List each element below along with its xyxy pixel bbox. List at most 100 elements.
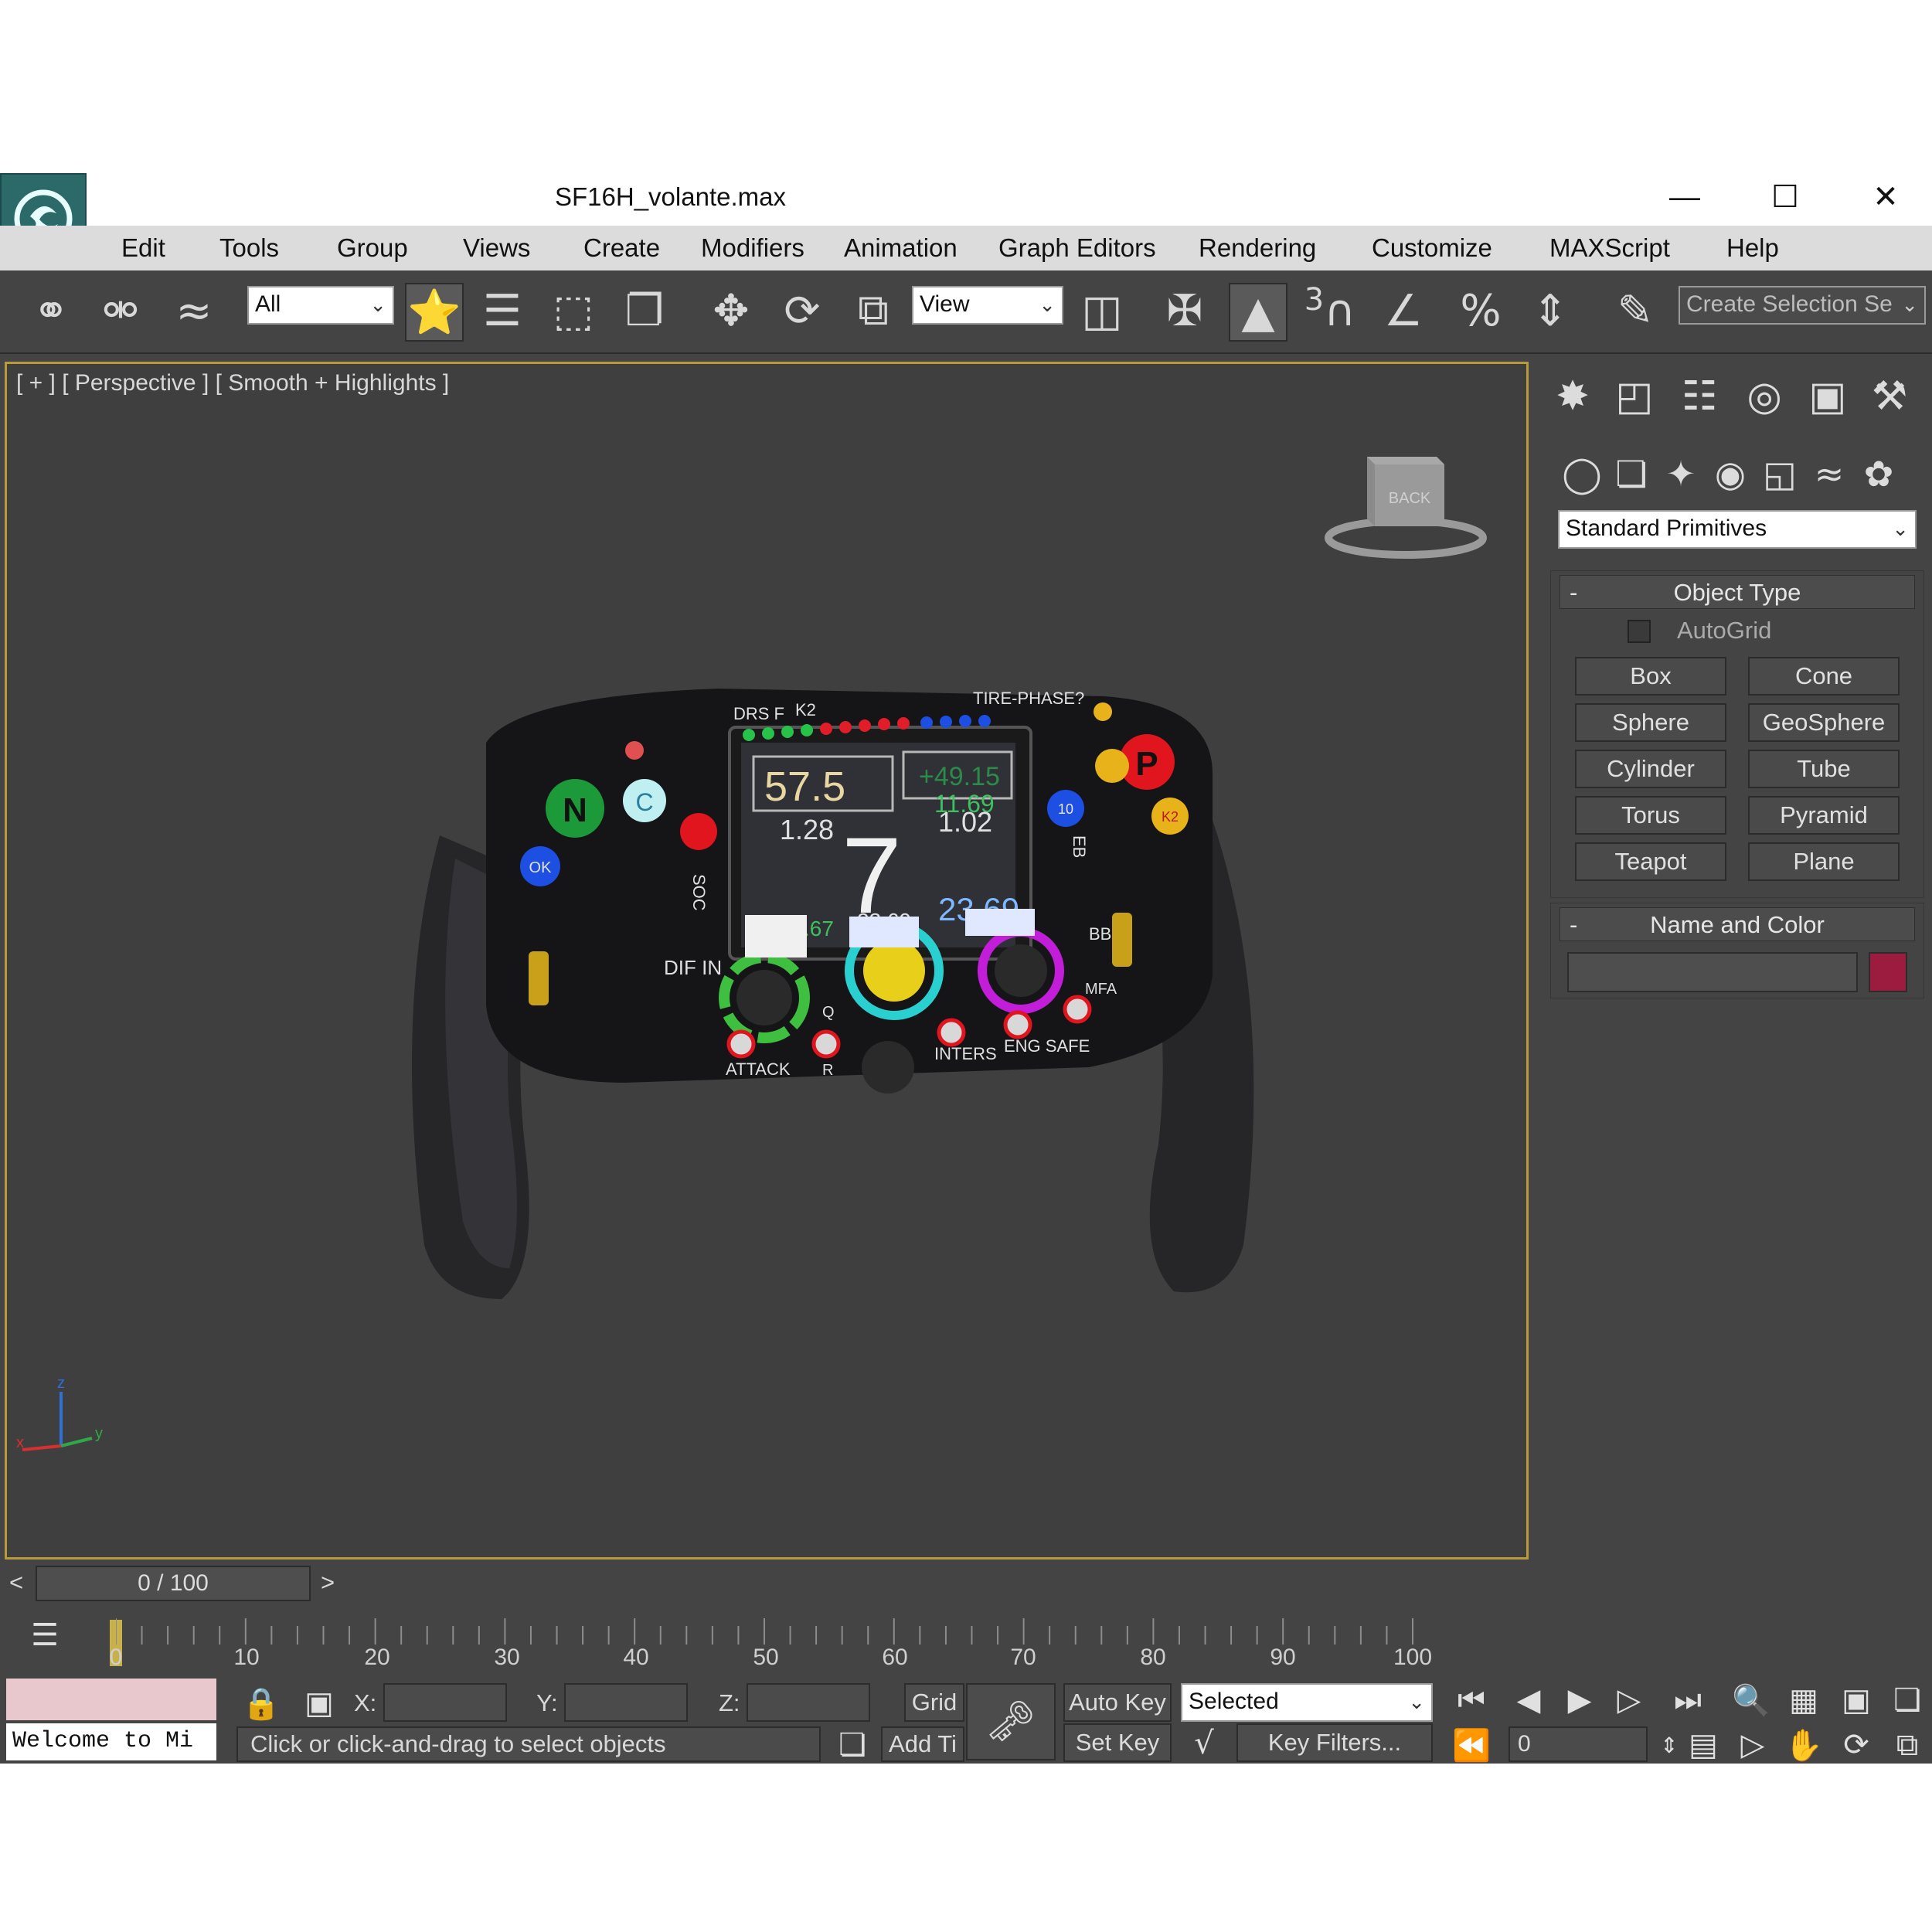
track-bar[interactable]: ☰ 0 10 20 30 40 50 60 70 80 90 100 [0,1603,1530,1677]
isolate-selection-icon[interactable]: ❏ [831,1723,874,1767]
perspective-viewport[interactable]: [ + ] [ Perspective ] [ Smooth + Highlig… [5,362,1529,1560]
angle-snap-icon[interactable]: ∠ [1376,283,1431,338]
menu-help[interactable]: Help [1726,233,1779,263]
object-name-input[interactable] [1567,952,1858,992]
menu-customize[interactable]: Customize [1372,233,1492,263]
close-button[interactable]: ✕ [1862,178,1909,216]
current-frame-input[interactable]: 0 [1509,1726,1648,1762]
field-of-view-icon[interactable]: ▷ [1731,1723,1774,1767]
category-dropdown[interactable]: Standard Primitives ⌄ [1558,510,1917,549]
rectangular-selection-icon[interactable]: ⬚ [546,283,601,338]
y-coordinate-input[interactable] [564,1683,688,1722]
object-type-header[interactable]: - Object Type [1560,575,1915,609]
menu-group[interactable]: Group [337,233,408,263]
tube-button[interactable]: Tube [1748,750,1900,788]
viewport-label[interactable]: [ + ] [ Perspective ] [ Smooth + Highlig… [16,370,449,396]
menu-rendering[interactable]: Rendering [1199,233,1316,263]
maximize-button[interactable]: ☐ [1762,178,1808,216]
teapot-button[interactable]: Teapot [1575,842,1726,881]
select-object-icon[interactable]: ⭐ [405,283,464,342]
viewcube-icon[interactable]: BACK [1321,441,1491,565]
select-and-manipulate-icon[interactable]: ✠ [1157,283,1213,338]
shapes-icon[interactable]: ❏ [1604,447,1658,501]
select-by-name-icon[interactable]: ☰ [474,283,530,338]
grid-button[interactable]: Grid [904,1683,964,1722]
window-crossing-icon[interactable]: ❐ [617,283,672,338]
pan-view-icon[interactable]: ✋ [1782,1723,1825,1767]
create-tab-icon[interactable]: ✸ [1546,369,1600,423]
plane-button[interactable]: Plane [1748,842,1900,881]
named-selection-sets-field[interactable]: Create Selection Se ⌄ [1679,286,1926,325]
auto-key-button[interactable]: Auto Key [1063,1683,1172,1722]
play-icon[interactable]: ▶ [1558,1679,1601,1722]
menu-animation[interactable]: Animation [844,233,957,263]
percent-snap-icon[interactable]: % [1453,283,1509,338]
minimize-button[interactable]: — [1662,178,1708,216]
key-mode-toggle-icon[interactable]: ⏪ [1450,1723,1493,1767]
helpers-icon[interactable]: ◱ [1753,447,1807,501]
time-slider-prev-button[interactable]: < [9,1569,23,1597]
space-warps-icon[interactable]: ≈ [1802,447,1856,501]
menu-maxscript[interactable]: MAXScript [1549,233,1670,263]
absolute-mode-icon[interactable]: ▣ [298,1682,341,1725]
zoom-icon[interactable]: 🔍 [1730,1679,1773,1722]
select-and-link-icon[interactable]: ⚭ [23,283,79,338]
geosphere-button[interactable]: GeoSphere [1748,703,1900,742]
go-to-start-icon[interactable]: ⏮ [1450,1679,1493,1722]
unlink-selection-icon[interactable]: ⚮ [93,283,148,338]
rotate-icon[interactable]: ⟳ [774,283,830,338]
sphere-button[interactable]: Sphere [1575,703,1726,742]
default-tangents-icon[interactable]: √ [1182,1722,1226,1765]
motion-tab-icon[interactable]: ◎ [1737,369,1791,423]
reference-coordinate-dropdown[interactable]: View ⌄ [912,286,1063,325]
name-and-color-header[interactable]: - Name and Color [1560,907,1915,941]
autogrid-checkbox[interactable] [1628,620,1651,643]
utilities-tab-icon[interactable]: ⚒ [1862,369,1917,423]
x-coordinate-input[interactable] [383,1683,507,1722]
display-tab-icon[interactable]: ▣ [1801,369,1855,423]
pyramid-button[interactable]: Pyramid [1748,796,1900,835]
box-button[interactable]: Box [1575,657,1726,696]
previous-frame-icon[interactable]: ◀ [1507,1679,1550,1722]
cylinder-button[interactable]: Cylinder [1575,750,1726,788]
hierarchy-tab-icon[interactable]: ☷ [1672,369,1726,423]
keyboard-shortcut-override-icon[interactable]: ▲ [1229,283,1287,342]
orbit-icon[interactable]: ⟳ [1835,1723,1878,1767]
time-slider-next-button[interactable]: > [321,1569,335,1597]
set-key-button[interactable]: Set Key [1063,1723,1172,1762]
zoom-extents-all-icon[interactable]: ❏ [1886,1679,1929,1722]
welcome-text[interactable]: Welcome to Mi [6,1723,216,1760]
systems-icon[interactable]: ✿ [1852,447,1906,501]
spinner-snap-icon[interactable]: ⇕ [1522,283,1578,338]
edit-named-selection-icon[interactable]: ✎ [1607,283,1663,338]
cameras-icon[interactable]: ◉ [1703,447,1757,501]
mini-curve-editor-icon[interactable]: ☰ [23,1614,66,1657]
scale-icon[interactable]: ⧉ [845,283,901,338]
cone-button[interactable]: Cone [1748,657,1900,696]
zoom-all-icon[interactable]: ▦ [1782,1679,1825,1722]
modify-tab-icon[interactable]: ◰ [1607,369,1662,423]
menu-modifiers[interactable]: Modifiers [701,233,804,263]
menu-edit[interactable]: Edit [121,233,165,263]
geometry-icon[interactable]: ◯ [1555,447,1609,501]
time-slider-thumb[interactable]: 0 / 100 [36,1566,311,1601]
add-time-tag-button[interactable]: Add Ti [881,1726,964,1762]
bind-to-space-warp-icon[interactable]: ≈ [166,283,222,338]
time-configuration-icon[interactable]: ▤ [1682,1723,1725,1767]
go-to-end-icon[interactable]: ⏭ [1666,1679,1709,1722]
selection-lock-icon[interactable]: 🔒 [240,1682,283,1725]
maxscript-listener-mini[interactable] [6,1679,216,1720]
menu-views[interactable]: Views [463,233,530,263]
selection-filter-dropdown[interactable]: All ⌄ [247,286,394,325]
snaps-toggle-icon[interactable]: 3 ∩ [1302,282,1358,338]
menu-graph-editors[interactable]: Graph Editors [998,233,1156,263]
menu-tools[interactable]: Tools [219,233,279,263]
maximize-viewport-icon[interactable]: ⧉ [1886,1723,1929,1767]
z-coordinate-input[interactable] [747,1683,870,1722]
pivot-center-icon[interactable]: ◫ [1074,283,1130,338]
lights-icon[interactable]: ✦ [1654,447,1708,501]
torus-button[interactable]: Torus [1575,796,1726,835]
set-key-big-button[interactable]: 🗝 [966,1683,1056,1760]
next-frame-icon[interactable]: ▷ [1607,1679,1651,1722]
zoom-extents-icon[interactable]: ▣ [1835,1679,1878,1722]
